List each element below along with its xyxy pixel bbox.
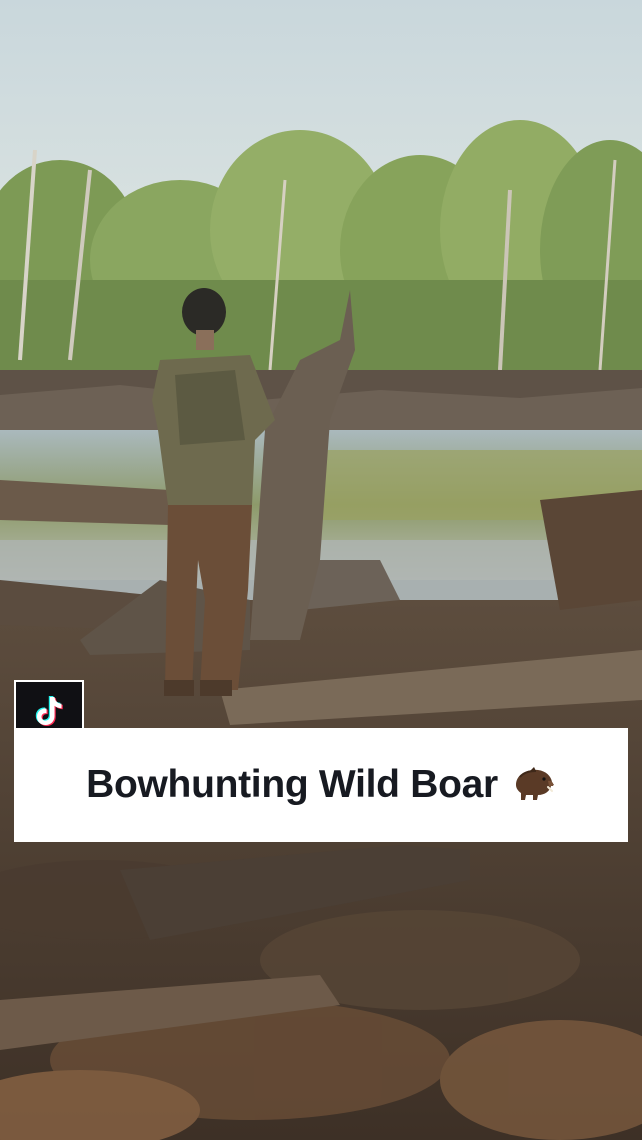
caption-card: Bowhunting Wild Boar (14, 728, 628, 842)
video-frame (0, 0, 642, 1140)
caption-title: Bowhunting Wild Boar (86, 763, 498, 806)
boar-icon (510, 763, 556, 808)
tiktok-logo-icon (35, 696, 63, 726)
